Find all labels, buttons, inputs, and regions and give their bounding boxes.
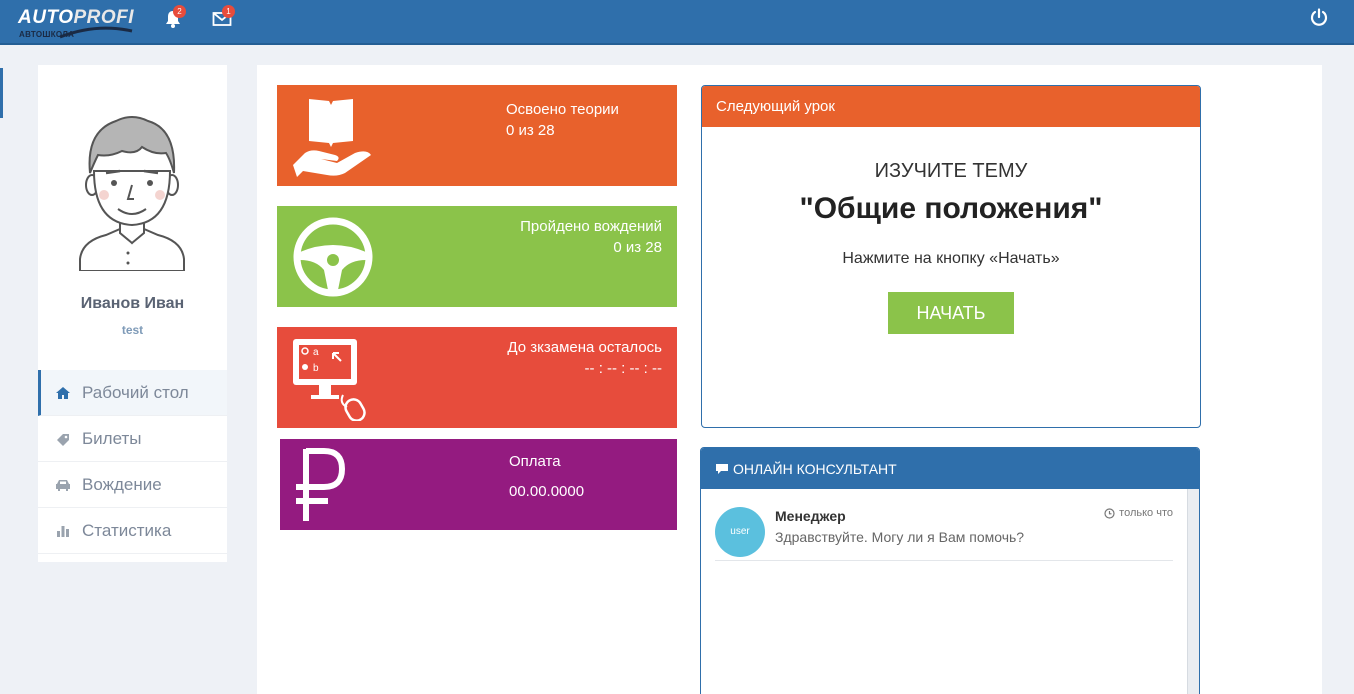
page-edge-marker bbox=[0, 68, 3, 118]
user-role: test bbox=[121, 323, 144, 337]
theory-value: 0 из 28 bbox=[506, 122, 555, 139]
steering-wheel-icon bbox=[293, 217, 373, 297]
chat-bubble-icon bbox=[715, 463, 729, 475]
sidebar-item-tickets[interactable]: Билеты bbox=[38, 416, 227, 462]
logout-button[interactable] bbox=[1310, 8, 1330, 28]
chat-scrollbar[interactable] bbox=[1187, 489, 1199, 694]
message-text: Здравствуйте. Могу ли я Вам помочь? bbox=[775, 529, 1025, 545]
message-avatar: user bbox=[715, 507, 765, 557]
chat-header-title: ОНЛАЙН КОНСУЛЬТАНТ bbox=[733, 460, 897, 477]
sidebar-item-label: Статистика bbox=[82, 520, 172, 540]
payment-value: 00.00.0000 bbox=[509, 483, 585, 500]
message-time-label: только что bbox=[1119, 507, 1173, 519]
exam-countdown-value: -- : -- : -- : -- bbox=[584, 360, 662, 377]
payment-tile[interactable]: Оплата 00.00.0000 bbox=[280, 439, 677, 530]
next-lesson-header: Следующий урок bbox=[702, 86, 1200, 127]
sidebar-item-label: Рабочий стол bbox=[82, 382, 189, 402]
payment-title: Оплата bbox=[509, 453, 561, 470]
brand-subtitle: АВТОШКОЛА bbox=[19, 30, 75, 39]
driving-value: 0 из 28 bbox=[613, 239, 662, 256]
theory-progress-tile[interactable]: Освоено теории 0 из 28 bbox=[277, 85, 677, 186]
theory-title: Освоено теории bbox=[506, 101, 619, 118]
home-icon bbox=[54, 384, 72, 402]
notifications-badge: 2 bbox=[173, 5, 186, 18]
messages-button[interactable]: 1 bbox=[212, 5, 235, 31]
sidebar-item-desktop[interactable]: Рабочий стол bbox=[38, 370, 227, 416]
exam-title: До зкзамена осталось bbox=[507, 339, 662, 356]
avatar bbox=[79, 116, 185, 271]
exam-countdown-tile[interactable]: a b До зкзамена осталось -- : -- : -- : … bbox=[277, 327, 677, 428]
driving-progress-tile[interactable]: Пройдено вождений 0 из 28 bbox=[277, 206, 677, 307]
next-lesson-panel: Следующий урок ИЗУЧИТЕ ТЕМУ "Общие полож… bbox=[701, 85, 1201, 428]
sidebar-nav: Рабочий стол Билеты Вождение Статистика bbox=[38, 370, 227, 554]
car-icon bbox=[54, 476, 72, 494]
next-lesson-hint: Нажмите на кнопку «Начать» bbox=[842, 250, 1060, 267]
next-lesson-kicker: ИЗУЧИТЕ ТЕМУ bbox=[874, 160, 1028, 182]
svg-text:b: b bbox=[313, 363, 319, 374]
message-author: Менеджер bbox=[775, 508, 846, 524]
chat-message: user Менеджер Здравствуйте. Могу ли я Ва… bbox=[715, 503, 1173, 561]
top-bar: AUTOPROFI АВТОШКОЛА 2 1 bbox=[0, 0, 1354, 45]
sidebar: Иванов Иван test Рабочий стол Билеты Вож… bbox=[38, 65, 227, 562]
user-name: Иванов Иван bbox=[80, 295, 185, 312]
message-time: только что bbox=[1104, 507, 1173, 519]
main-content: Освоено теории 0 из 28 Пройдено вождений… bbox=[257, 65, 1322, 694]
power-icon bbox=[1310, 8, 1328, 26]
messages-badge: 1 bbox=[222, 5, 235, 18]
sidebar-item-label: Билеты bbox=[82, 428, 142, 448]
sidebar-item-label: Вождение bbox=[82, 474, 162, 494]
computer-test-icon: a b bbox=[293, 339, 366, 421]
chat-header: ОНЛАЙН КОНСУЛЬТАНТ bbox=[701, 448, 1199, 489]
next-lesson-topic: "Общие положения" bbox=[799, 192, 1103, 225]
sidebar-item-statistics[interactable]: Статистика bbox=[38, 508, 227, 554]
book-hand-icon bbox=[293, 99, 371, 177]
bar-chart-icon bbox=[54, 522, 72, 540]
driving-title: Пройдено вождений bbox=[520, 218, 662, 235]
tag-icon bbox=[54, 430, 72, 448]
clock-icon bbox=[1104, 507, 1115, 519]
brand-logo[interactable]: AUTOPROFI АВТОШКОЛА bbox=[18, 7, 136, 41]
svg-text:a: a bbox=[313, 347, 319, 358]
sidebar-item-driving[interactable]: Вождение bbox=[38, 462, 227, 508]
notifications-button[interactable]: 2 bbox=[163, 5, 186, 31]
online-consultant-panel: ОНЛАЙН КОНСУЛЬТАНТ user Менеджер Здравст… bbox=[700, 447, 1200, 694]
ruble-icon bbox=[296, 448, 346, 521]
start-lesson-button[interactable]: НАЧАТЬ bbox=[888, 292, 1014, 334]
